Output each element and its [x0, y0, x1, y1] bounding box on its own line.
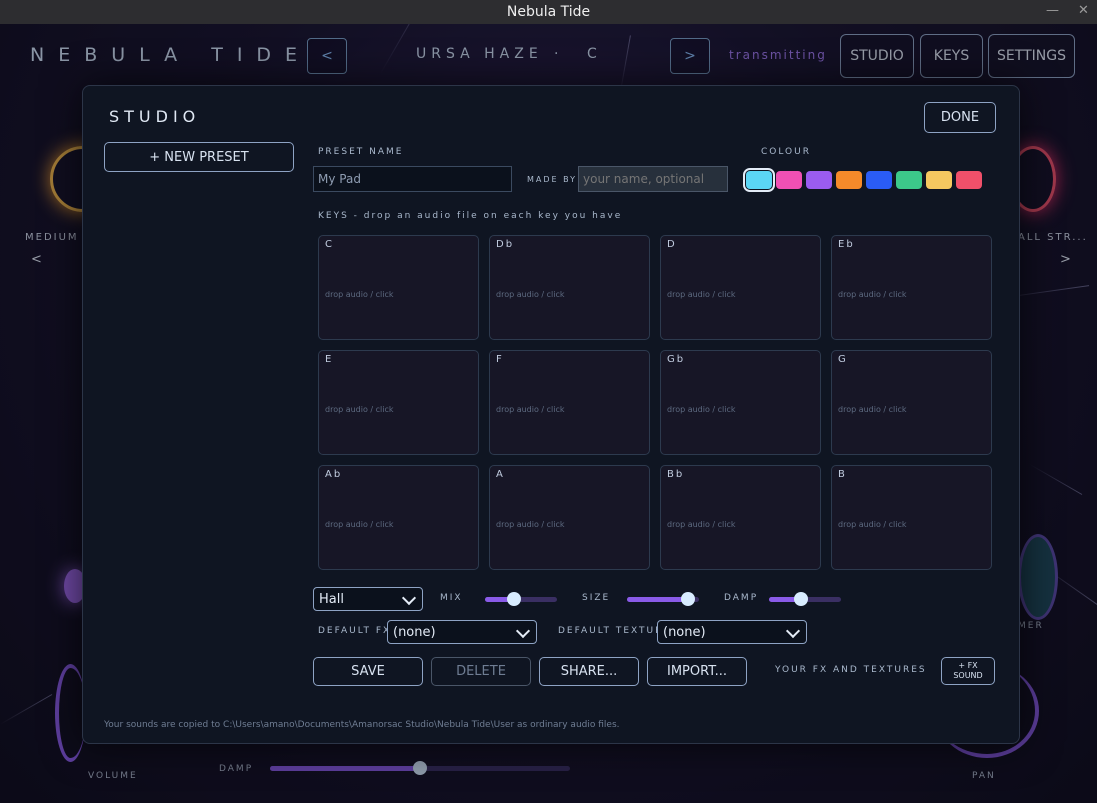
preset-name-label: PRESET NAME — [318, 147, 404, 157]
delete-button[interactable]: DELETE — [431, 657, 531, 686]
import-button[interactable]: IMPORT... — [647, 657, 747, 686]
key-drop-hint: drop audio / click — [496, 520, 565, 529]
add-fx-sound-line1: + FX — [958, 661, 978, 670]
size-slider-thumb[interactable] — [681, 592, 695, 606]
key-drop-slot[interactable]: Db drop audio / click — [489, 235, 650, 340]
key-name: Eb — [838, 239, 855, 250]
colour-swatch[interactable] — [836, 171, 862, 189]
save-button[interactable]: SAVE — [313, 657, 423, 686]
key-drop-hint: drop audio / click — [667, 290, 736, 299]
share-button[interactable]: SHARE... — [539, 657, 639, 686]
key-drop-slot[interactable]: Bb drop audio / click — [660, 465, 821, 570]
key-drop-hint: drop audio / click — [325, 520, 394, 529]
key-drop-slot[interactable]: Ddrop audio / click — [660, 235, 821, 340]
chevron-down-icon — [401, 590, 417, 606]
made-by-input[interactable] — [578, 166, 728, 192]
colour-label: COLOUR — [761, 147, 811, 157]
key-name: Bb — [667, 469, 685, 480]
key-drop-hint: drop audio / click — [667, 405, 736, 414]
studio-title: STUDIO — [109, 107, 201, 126]
default-texture-dropdown[interactable]: (none) — [657, 620, 807, 644]
new-preset-button[interactable]: + NEW PRESET — [104, 142, 294, 172]
key-name: D — [667, 239, 677, 250]
chevron-down-icon — [785, 623, 801, 639]
studio-dialog: STUDIO DONE + NEW PRESET PRESET NAME MAD… — [82, 85, 1020, 744]
damp-label: DAMP — [724, 593, 759, 603]
keys-title: KEYS - drop an audio file on each key yo… — [318, 211, 623, 221]
key-drop-hint: drop audio / click — [325, 290, 394, 299]
key-drop-slot[interactable]: Cdrop audio / click — [318, 235, 479, 340]
colour-swatch[interactable] — [956, 171, 982, 189]
size-slider-fill — [627, 597, 688, 602]
default-texture-value: (none) — [663, 624, 706, 640]
key-drop-slot[interactable]: Adrop audio / click — [489, 465, 650, 570]
preset-name-input[interactable] — [313, 166, 512, 192]
chevron-down-icon — [515, 623, 531, 639]
key-drop-hint: drop audio / click — [838, 520, 907, 529]
colour-swatch[interactable] — [866, 171, 892, 189]
minimize-icon[interactable]: — — [1046, 3, 1059, 18]
key-drop-slot[interactable]: Edrop audio / click — [318, 350, 479, 455]
key-name: B — [838, 469, 847, 480]
colour-swatch[interactable] — [776, 171, 802, 189]
reverb-dropdown[interactable]: Hall — [313, 587, 423, 611]
key-drop-hint: drop audio / click — [496, 290, 565, 299]
colour-swatch[interactable] — [806, 171, 832, 189]
key-drop-hint: drop audio / click — [496, 405, 565, 414]
size-slider[interactable] — [627, 592, 699, 606]
storage-footer-note: Your sounds are copied to C:\Users\amano… — [104, 720, 620, 730]
damp-slider[interactable] — [769, 592, 841, 606]
key-name: G — [838, 354, 848, 365]
your-fx-label: YOUR FX AND TEXTURES — [775, 665, 927, 675]
key-drop-hint: drop audio / click — [838, 405, 907, 414]
key-drop-slot[interactable]: Fdrop audio / click — [489, 350, 650, 455]
window-title-bar: Nebula Tide — ✕ — [0, 0, 1097, 24]
done-button[interactable]: DONE — [924, 102, 996, 133]
mix-slider-thumb[interactable] — [507, 592, 521, 606]
close-icon[interactable]: ✕ — [1078, 3, 1089, 18]
key-drop-hint: drop audio / click — [325, 405, 394, 414]
key-name: Ab — [325, 469, 343, 480]
default-fx-value: (none) — [393, 624, 436, 640]
key-drop-slot[interactable]: Bdrop audio / click — [831, 465, 992, 570]
default-fx-dropdown[interactable]: (none) — [387, 620, 537, 644]
key-drop-slot[interactable]: Gdrop audio / click — [831, 350, 992, 455]
reverb-value: Hall — [319, 591, 344, 607]
key-drop-slot[interactable]: Gb drop audio / click — [660, 350, 821, 455]
key-name: E — [325, 354, 334, 365]
damp-slider-thumb[interactable] — [794, 592, 808, 606]
add-fx-sound-line2: SOUND — [953, 671, 983, 680]
default-texture-label: DEFAULT TEXTURE — [558, 626, 672, 636]
window-title: Nebula Tide — [506, 4, 591, 20]
size-label: SIZE — [582, 593, 611, 603]
key-name: F — [496, 354, 504, 365]
default-fx-label: DEFAULT FX — [318, 626, 392, 636]
mix-label: MIX — [440, 593, 463, 603]
key-drop-slot[interactable]: Eb drop audio / click — [831, 235, 992, 340]
key-name: Db — [496, 239, 515, 250]
mix-slider[interactable] — [485, 592, 557, 606]
key-name: C — [325, 239, 334, 250]
key-drop-slot[interactable]: Ab drop audio / click — [318, 465, 479, 570]
key-name: Gb — [667, 354, 686, 365]
colour-swatch[interactable] — [743, 168, 775, 192]
key-drop-hint: drop audio / click — [667, 520, 736, 529]
key-name: A — [496, 469, 505, 480]
made-by-label: MADE BY — [527, 175, 578, 184]
colour-swatch[interactable] — [926, 171, 952, 189]
colour-swatch[interactable] — [896, 171, 922, 189]
add-fx-sound-button[interactable]: + FX SOUND — [941, 657, 995, 685]
key-drop-hint: drop audio / click — [838, 290, 907, 299]
